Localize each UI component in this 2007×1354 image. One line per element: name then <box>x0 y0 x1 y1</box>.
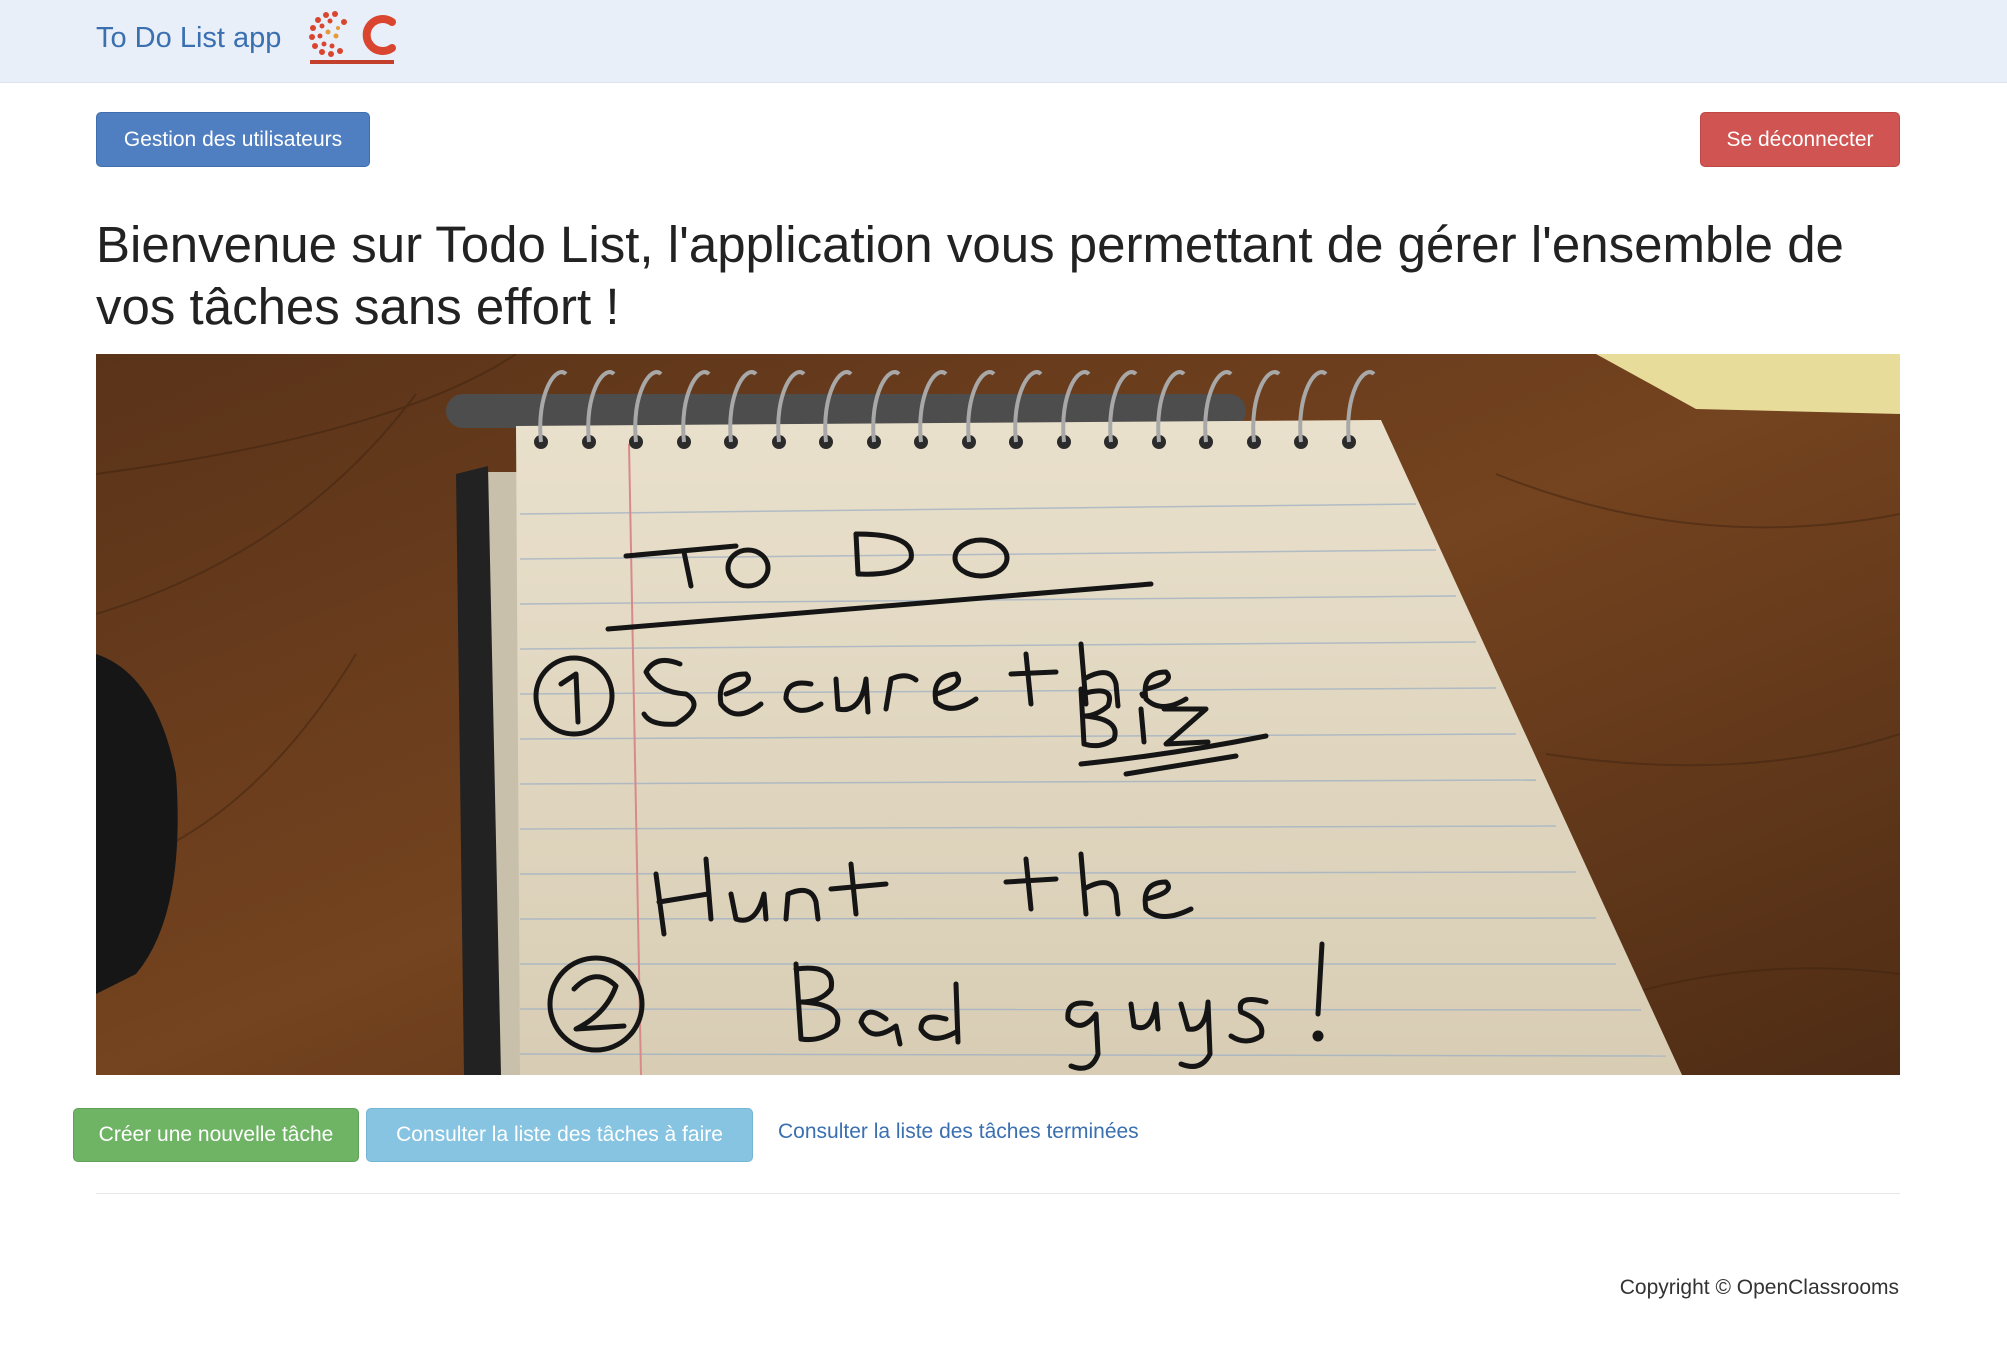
openclassrooms-logo-icon <box>304 6 400 68</box>
navbar: To Do List app <box>0 0 2007 83</box>
todo-notepad-photo <box>96 354 1900 1075</box>
logout-button[interactable]: Se déconnecter <box>1700 112 1900 167</box>
page-title: Bienvenue sur Todo List, l'application v… <box>96 216 1844 335</box>
manage-users-button[interactable]: Gestion des utilisateurs <box>96 112 370 167</box>
done-list-link[interactable]: Consulter la liste des tâches terminées <box>778 1120 1139 1144</box>
separator <box>96 1193 1900 1194</box>
footer-copyright: Copyright © OpenClassrooms <box>1619 1276 1899 1299</box>
create-task-button[interactable]: Créer une nouvelle tâche <box>73 1108 359 1162</box>
brand-link[interactable]: To Do List app <box>96 22 281 55</box>
todo-list-button[interactable]: Consulter la liste des tâches à faire <box>366 1108 753 1162</box>
